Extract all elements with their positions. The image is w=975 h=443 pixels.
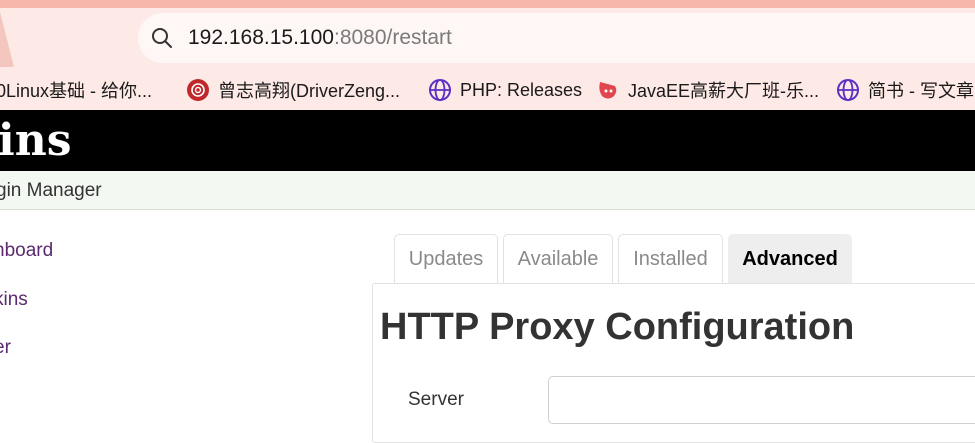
bookmark-php-releases[interactable]: PHP: Releases <box>428 78 582 102</box>
bilibili-icon <box>599 82 617 99</box>
section-title: HTTP Proxy Configuration <box>380 306 855 348</box>
bookmark-label: PHP: Releases <box>460 79 583 100</box>
breadcrumb[interactable]: gin Manager <box>0 180 102 202</box>
decorative-shape <box>0 12 14 67</box>
bookmark-javaee[interactable]: JavaEE高薪大厂班-乐... <box>596 78 819 102</box>
side-link-user[interactable]: er <box>0 337 11 359</box>
address-bar[interactable]: 192.168.15.100:8080/restart <box>138 13 975 63</box>
bookmark-label: 简书 - 写文章 <box>868 81 974 101</box>
address-url[interactable]: 192.168.15.100:8080/restart <box>188 26 452 50</box>
browser-chrome: 192.168.15.100:8080/restart 0Linux基础 - 给… <box>0 0 975 110</box>
tab-updates[interactable]: Updates <box>394 234 498 284</box>
bookmark-jianshu[interactable]: 简书 - 写文章 <box>836 78 974 102</box>
tab-available[interactable]: Available <box>503 234 613 284</box>
bookmark-linux[interactable]: 0Linux基础 - 给你... <box>0 78 152 102</box>
side-link-jenkins[interactable]: kins <box>0 289 28 311</box>
bookmarks-bar: 0Linux基础 - 给你... 曾志高翔(DriverZeng... PHP:… <box>0 72 975 106</box>
server-input[interactable] <box>548 376 975 424</box>
address-path: :8080/restart <box>333 26 452 49</box>
search-icon <box>152 28 172 48</box>
bookmark-driverzeng[interactable]: 曾志高翔(DriverZeng... <box>186 78 400 102</box>
breadcrumb-bar: gin Manager <box>0 171 975 210</box>
side-link-dashboard[interactable]: nboard <box>0 240 53 262</box>
tab-installed[interactable]: Installed <box>618 234 723 284</box>
globe-icon <box>837 79 859 101</box>
bookmark-label: 0Linux基础 - 给你... <box>0 81 153 101</box>
jenkins-logo[interactable]: ins <box>0 118 71 164</box>
globe-icon <box>429 79 451 101</box>
server-label: Server <box>408 389 464 410</box>
tab-advanced[interactable]: Advanced <box>728 234 852 284</box>
tab-strip-edge <box>0 0 975 8</box>
red-rose-icon <box>187 79 209 101</box>
bookmark-label: JavaEE高薪大厂班-乐... <box>628 81 820 101</box>
jenkins-header: ins <box>0 110 975 171</box>
address-host: 192.168.15.100 <box>188 26 334 49</box>
bookmark-label: 曾志高翔(DriverZeng... <box>218 81 401 101</box>
